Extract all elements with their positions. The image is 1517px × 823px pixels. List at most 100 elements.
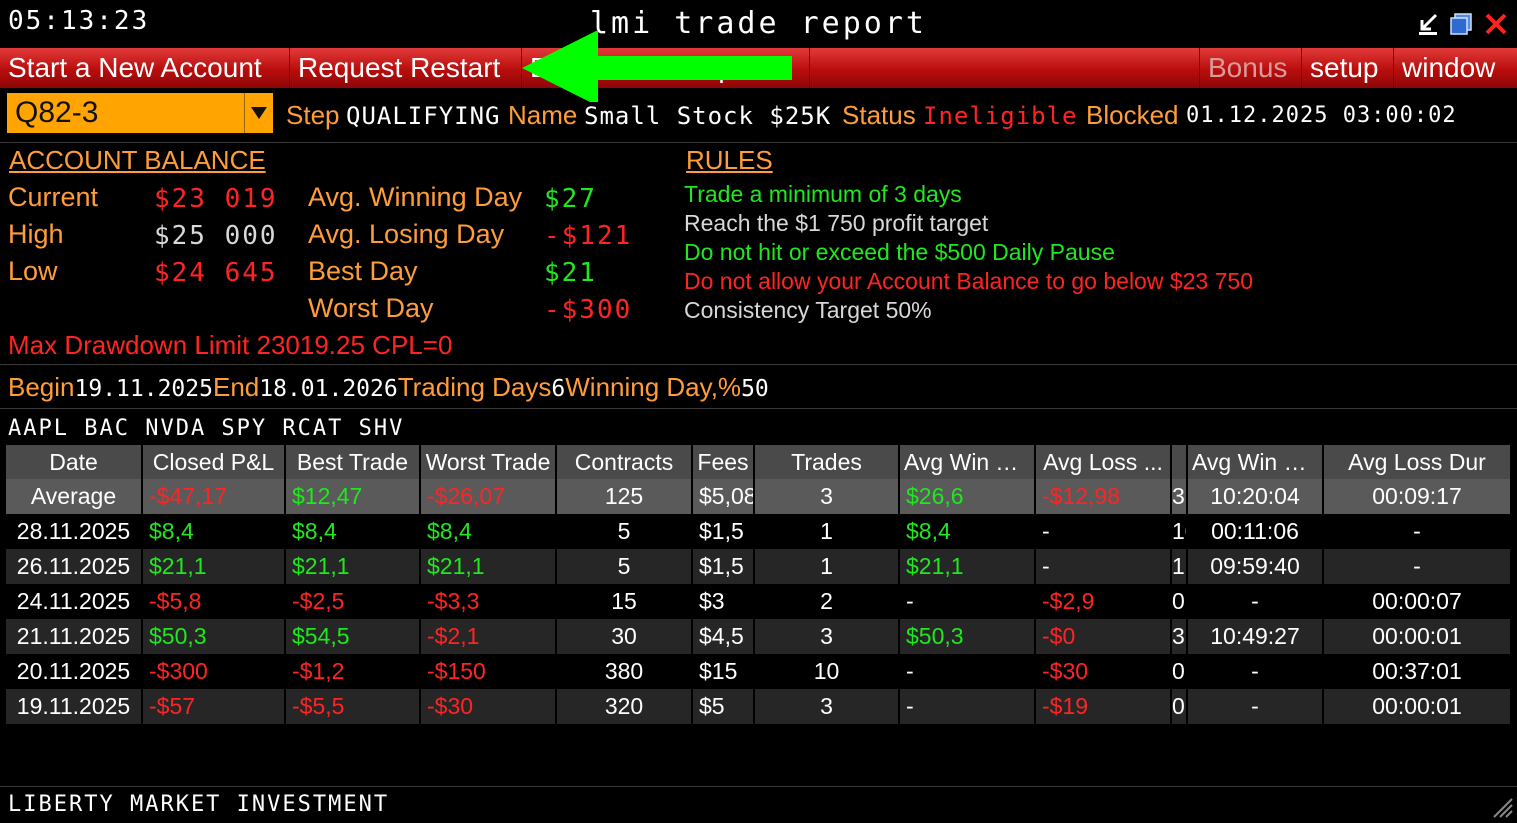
step-label: Step [286,100,340,130]
table-cell: 00:00:07 [1323,584,1512,619]
table-cell: $15 [692,654,755,689]
table-cell: -$0 [1035,619,1172,654]
blocked-label: Blocked [1086,100,1179,130]
table-cell: $8,4 [142,514,286,549]
winning-day-value: 50 [741,376,769,402]
column-header[interactable]: Avg Win Dur [1187,445,1324,479]
table-cell: -$30 [1035,654,1172,689]
footer-text: LIBERTY MARKET INVESTMENT [8,792,390,817]
table-row[interactable]: 26.11.2025 $21,1 $21,1 $21,1 5 $1,5 1 $21,1-1 09… [6,549,1512,584]
current-label: Current [8,182,99,212]
table-cell: 00:09:17 [1323,479,1512,514]
table-cell: 00:37:01 [1323,654,1512,689]
column-header[interactable]: Avg Win Tr... [899,445,1036,479]
table-cell: $8,4 [420,514,557,549]
column-header[interactable]: Best Trade [285,445,421,479]
chevron-down-icon[interactable] [244,93,273,133]
table-cell: $12,47 [285,479,421,514]
winning-day-label: Winning Day,% [565,372,742,402]
window-menu-button[interactable]: window [1394,48,1517,88]
column-header[interactable]: Fees [692,445,755,479]
table-row[interactable]: 20.11.2025 -$300 -$1,2 -$150 380 $15 10- -$30 0-… [6,654,1512,689]
high-label: High [8,219,64,249]
table-cell: 0 [1171,689,1188,724]
table-cell: $1,5 [692,514,755,549]
table-cell: $21,1 [420,549,557,584]
table-cell: 2 [754,584,900,619]
table-cell: -$1,2 [285,654,421,689]
rule-item: Do not hit or exceed the $500 Daily Paus… [684,239,1115,265]
trades-table: Date Closed P&L Best Trade Worst Trade C… [6,445,1512,724]
table-cell: $50,3 [142,619,286,654]
resize-grip-icon[interactable] [1490,795,1514,819]
avg-losing-day-value: -$121 [544,221,633,251]
column-header[interactable]: Date [6,445,143,479]
table-cell: -$2,5 [285,584,421,619]
rule-item: Consistency Target 50% [684,297,932,323]
bonus-button[interactable]: Bonus [1199,48,1302,88]
table-cell: - [1187,584,1324,619]
trading-days-value: 6 [551,376,566,402]
max-drawdown-text: Max Drawdown Limit 23019.25 CPL=0 [8,330,453,360]
table-header-row: Date Closed P&L Best Trade Worst Trade C… [6,445,1512,479]
table-row[interactable]: 28.11.2025$8,4$8,4$8,45$1,51$8,4-10000:1… [6,514,1512,549]
table-cell: - [899,584,1036,619]
account-select[interactable]: Q82-3 [6,92,274,134]
table-cell: -$2,9 [1035,584,1172,619]
table-cell: 1 [754,514,900,549]
name-value: Small Stock $25K [584,102,832,130]
table-cell: 24.11.2025 [6,584,143,619]
divider [0,408,1517,409]
minimize-icon[interactable] [1416,12,1440,36]
start-new-account-button[interactable]: Start a New Account [0,48,290,88]
column-header[interactable]: Contracts [556,445,693,479]
table-cell: -$3,3 [420,584,557,619]
name-label: Name [508,100,578,130]
period-row: Begin19.11.2025End18.01.2026Trading Days… [8,372,769,403]
status-bar: LIBERTY MARKET INVESTMENT [0,786,1517,823]
table-cell: 380 [556,654,693,689]
column-header[interactable]: Avg Loss ... [1035,445,1172,479]
table-cell: 09:59:40 [1187,549,1324,584]
begin-value: 19.11.2025 [74,376,213,402]
rules-title: RULES [686,145,773,175]
column-header[interactable]: Trades [754,445,900,479]
table-cell: 1 [754,549,900,584]
end-value: 18.01.2026 [259,376,398,402]
table-cell: - [1187,654,1324,689]
rule-item: Trade a minimum of 3 days [684,181,962,207]
table-cell: $50,3 [899,619,1036,654]
divider [0,364,1517,365]
table-cell: 21.11.2025 [6,619,143,654]
table-cell: -$30 [420,689,557,724]
table-cell: 00:00:01 [1323,619,1512,654]
column-header[interactable]: Closed P&L [142,445,286,479]
table-row[interactable]: 24.11.2025 -$5,8 -$2,5 -$3,3 15 $3 2- -$2,9 0-00… [6,584,1512,619]
column-header[interactable]: Worst Trade [420,445,557,479]
setup-button[interactable]: setup [1302,48,1394,88]
request-restart-button[interactable]: Request Restart [290,48,522,88]
table-cell: -$2,1 [420,619,557,654]
column-header[interactable] [1171,445,1188,479]
table-average-row[interactable]: Average -$47,17 $12,47 -$26,07 125 $5,08 3 $26,… [6,479,1512,514]
table-cell: $1,5 [692,549,755,584]
low-value: $24 645 [154,258,278,288]
close-icon[interactable] [1484,12,1508,36]
table-cell: $21,1 [899,549,1036,584]
table-row[interactable]: 21.11.2025 $50,3 $54,5 -$2,1 30 $4,5 3 $50,3 -$0… [6,619,1512,654]
table-cell: 0 [1171,584,1188,619]
rule-item: Reach the $1 750 profit target [684,210,989,236]
column-header[interactable]: Avg Loss Dur [1323,445,1512,479]
table-cell: -$47,17 [142,479,286,514]
high-value: $25 000 [154,221,278,251]
best-day-label: Best Day [308,256,418,286]
low-label: Low [8,256,58,286]
table-cell: $5,08 [692,479,755,514]
table-row[interactable]: 19.11.2025 -$57 -$5,5 -$30 320 $5 3- -$19 0-00:0… [6,689,1512,724]
table-cell: Average [6,479,143,514]
table-cell: $54,5 [285,619,421,654]
maximize-icon[interactable] [1449,12,1473,36]
table-cell: $4,5 [692,619,755,654]
end-label: End [212,372,260,402]
table-cell: $26,6 [899,479,1036,514]
